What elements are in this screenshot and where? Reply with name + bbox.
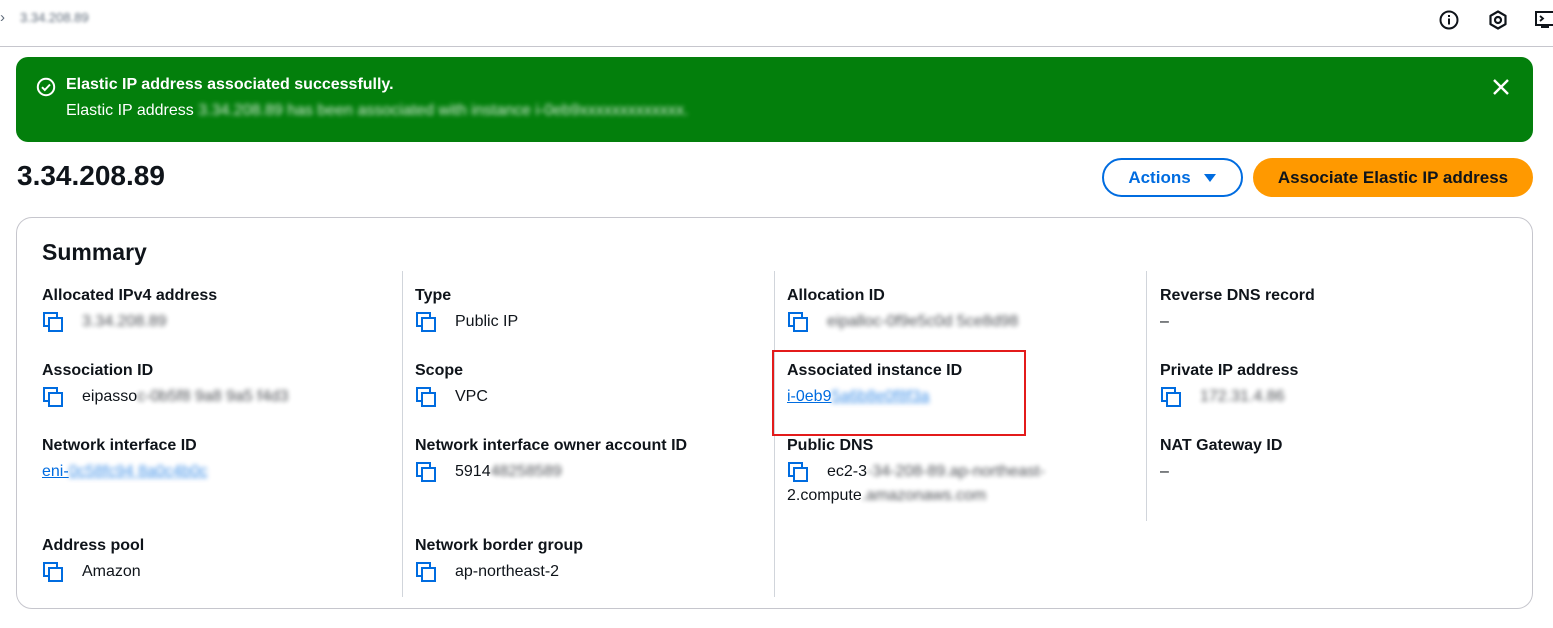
- field-allocated-ipv4: Allocated IPv4 address 3.34.208.89: [42, 286, 382, 333]
- field-network-border-group: Network border group ap-northeast-2: [415, 536, 755, 583]
- field-label: Scope: [415, 362, 464, 379]
- field-network-interface-id: Network interface ID eni-0c58fc94 8a0c4b…: [42, 436, 382, 483]
- field-label: Association ID: [42, 362, 154, 379]
- flash-title: Elastic IP address associated successful…: [66, 76, 394, 93]
- owner-account-id-prefix: 5914: [455, 463, 491, 480]
- actions-button-label: Actions: [1128, 167, 1191, 187]
- field-association-id: Association ID eipassoc-0b5f8 9a8 9a5 f4…: [42, 361, 382, 408]
- reverse-dns-value: –: [1160, 313, 1169, 330]
- field-label: Network border group: [415, 537, 584, 554]
- border-group-value: ap-northeast-2: [455, 563, 560, 580]
- flash-message: Elastic IP address 3.34.208.89 has been …: [66, 102, 688, 120]
- public-dns-prefix: ec2-3: [827, 463, 868, 480]
- owner-account-id-redacted: 48258589: [490, 463, 562, 480]
- close-icon[interactable]: [1491, 77, 1511, 97]
- breadcrumb-chevron-icon: ›: [0, 9, 5, 26]
- flash-message-prefix: Elastic IP address: [66, 102, 199, 119]
- association-id-redacted: c-0b5f8 9a8 9a5 f4d3: [137, 388, 289, 405]
- info-icon[interactable]: [1438, 9, 1460, 31]
- copy-icon[interactable]: [1160, 386, 1186, 408]
- page-title: 3.34.208.89: [17, 160, 165, 191]
- association-id-value: eipassoc-0b5f8 9a8 9a5 f4d3: [82, 388, 288, 406]
- cloudshell-icon[interactable]: [1534, 9, 1553, 31]
- field-nat-gateway-id: NAT Gateway ID –: [1160, 436, 1500, 483]
- network-interface-id-link[interactable]: eni-0c58fc94 8a0c4b0c: [42, 463, 207, 481]
- success-flash-banner: Elastic IP address associated successful…: [16, 57, 1533, 142]
- public-dns-line2-prefix: 2.compute: [787, 487, 862, 504]
- allocated-ipv4-value: 3.34.208.89: [82, 313, 167, 330]
- nat-gateway-value: –: [1160, 463, 1169, 480]
- copy-icon[interactable]: [42, 386, 68, 408]
- copy-icon[interactable]: [415, 461, 441, 483]
- breadcrumb[interactable]: 3.34.208.89: [20, 10, 89, 25]
- copy-icon[interactable]: [42, 311, 68, 333]
- copy-icon[interactable]: [787, 311, 813, 333]
- summary-title: Summary: [42, 239, 147, 265]
- actions-dropdown-button[interactable]: Actions: [1102, 158, 1243, 197]
- field-label: Allocated IPv4 address: [42, 287, 218, 304]
- public-dns-line2: 2.compute.amazonaws.com: [787, 487, 1127, 505]
- scope-value: VPC: [455, 388, 488, 405]
- field-label: Address pool: [42, 537, 145, 554]
- highlight-box: [772, 350, 1026, 436]
- field-public-dns: Public DNS ec2-3-34-208-89.ap-northeast-…: [787, 436, 1127, 505]
- field-label: Private IP address: [1160, 362, 1299, 379]
- field-label: Network interface ID: [42, 437, 197, 454]
- public-dns-line2-redacted: .amazonaws.com: [861, 487, 987, 504]
- caret-down-icon: [1203, 168, 1217, 188]
- field-label: Type: [415, 287, 452, 304]
- column-divider: [402, 271, 403, 597]
- copy-icon[interactable]: [415, 311, 441, 333]
- field-label: NAT Gateway ID: [1160, 437, 1283, 454]
- field-label: Network interface owner account ID: [415, 437, 688, 454]
- field-type: Type Public IP: [415, 286, 755, 333]
- allocation-id-value: eipalloc-0f9e5c0d 5ce8d98: [827, 313, 1019, 330]
- success-check-circle-icon: [36, 77, 56, 97]
- association-id-prefix: eipasso: [82, 388, 138, 405]
- copy-icon[interactable]: [42, 561, 68, 583]
- flash-message-redacted: 3.34.208.89 has been associated with ins…: [198, 102, 689, 119]
- owner-account-id-value: 591448258589: [455, 463, 562, 481]
- copy-icon[interactable]: [415, 386, 441, 408]
- public-dns-redacted: -34-208-89.ap-northeast-: [867, 463, 1045, 480]
- field-private-ip: Private IP address 172.31.4.86: [1160, 361, 1500, 408]
- type-value: Public IP: [455, 313, 519, 330]
- field-address-pool: Address pool Amazon: [42, 536, 382, 583]
- network-interface-id-redacted: 0c58fc94 8a0c4b0c: [68, 463, 208, 480]
- field-label: Allocation ID: [787, 287, 885, 304]
- top-bar: › 3.34.208.89: [0, 0, 1553, 47]
- field-network-interface-owner: Network interface owner account ID 59144…: [415, 436, 755, 483]
- settings-gear-icon[interactable]: [1487, 9, 1509, 31]
- network-interface-id-prefix: eni-: [42, 463, 69, 480]
- field-label: Reverse DNS record: [1160, 287, 1315, 304]
- address-pool-value: Amazon: [82, 563, 141, 580]
- copy-icon[interactable]: [415, 561, 441, 583]
- column-divider: [1146, 271, 1147, 521]
- private-ip-value: 172.31.4.86: [1200, 388, 1285, 405]
- copy-icon[interactable]: [787, 461, 813, 483]
- field-allocation-id: Allocation ID eipalloc-0f9e5c0d 5ce8d98: [787, 286, 1127, 333]
- field-reverse-dns: Reverse DNS record –: [1160, 286, 1500, 333]
- field-scope: Scope VPC: [415, 361, 755, 408]
- field-label: Public DNS: [787, 437, 874, 454]
- associate-elastic-ip-button[interactable]: Associate Elastic IP address: [1253, 158, 1533, 197]
- public-dns-line1: ec2-3-34-208-89.ap-northeast-: [827, 463, 1045, 481]
